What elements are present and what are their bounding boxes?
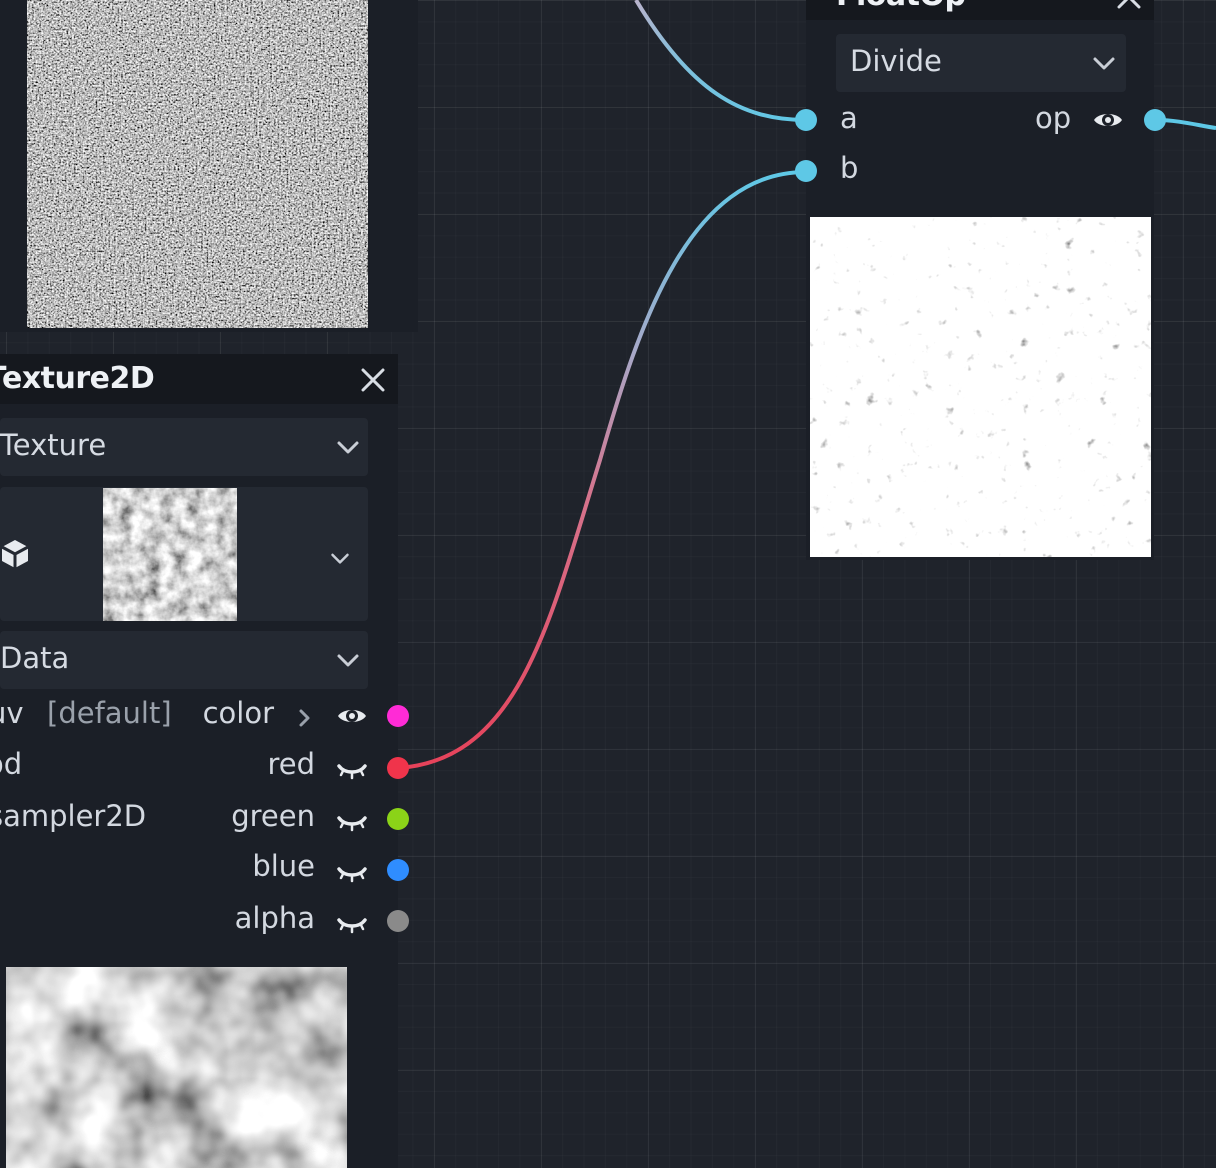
eye-closed-icon[interactable] [337,814,367,832]
node-title: Texture2D [0,361,155,396]
noise-node[interactable] [0,0,418,332]
output-blue-label: blue [252,849,315,883]
output-green-label: green [231,799,315,833]
input-b-label: b [840,151,859,185]
port-op[interactable] [1144,109,1166,131]
output-alpha-label: alpha [234,901,315,935]
eye-closed-icon[interactable] [337,865,367,883]
port-alpha[interactable] [387,910,409,932]
wire-upstream-to-a [634,0,807,122]
port-blue[interactable] [387,859,409,881]
texture-preview [6,967,347,1168]
texture2d-node[interactable]: Texture2D Texture Data v [default] d sam… [0,354,398,1168]
operation-dropdown[interactable]: Divide [836,34,1126,92]
float-op-node[interactable]: FloatOp Divide a b op [806,0,1154,560]
eye-icon[interactable] [336,705,368,727]
noise-preview [27,0,368,328]
node-title: FloatOp [836,0,966,13]
port-a[interactable] [795,109,817,131]
operation-value: Divide [850,44,942,78]
float-op-header[interactable]: FloatOp [806,0,1154,20]
chevron-down-icon [1093,57,1115,70]
port-b[interactable] [795,160,817,182]
port-green[interactable] [387,808,409,830]
port-red[interactable] [387,757,409,779]
node-graph-canvas[interactable]: FloatOp Divide a b op [0,0,1216,1168]
texture-dropdown-label: Texture [0,428,107,462]
texture-asset-picker[interactable] [0,487,368,621]
chevron-down-icon [337,654,359,667]
chevron-down-icon [337,441,359,454]
texture2d-header[interactable]: Texture2D [0,354,398,404]
input-lod-label: lod [0,747,23,781]
texture-dropdown[interactable]: Texture [0,418,368,476]
data-dropdown-label: Data [0,641,70,675]
eye-closed-icon[interactable] [337,916,367,934]
float-op-preview [810,217,1151,557]
close-icon[interactable] [1116,0,1142,10]
chevron-down-icon [331,553,349,564]
wire-red-to-b [397,170,807,770]
eye-icon[interactable] [1092,109,1124,131]
eye-closed-icon[interactable] [337,762,367,780]
data-dropdown[interactable]: Data [0,631,368,689]
input-a-label: a [840,101,858,135]
input-uv-value[interactable]: [default] [47,696,172,730]
port-color[interactable] [387,705,409,727]
output-color-label: color [202,696,274,730]
output-op-label: op [1035,101,1072,135]
input-uv-label: uv [0,696,24,730]
output-red-label: red [267,747,315,781]
cube-icon [1,540,29,568]
close-icon[interactable] [360,367,386,393]
texture-thumbnail [103,488,237,621]
input-sampler2d-label: sampler2D [0,799,147,833]
chevron-right-icon[interactable] [298,708,312,728]
